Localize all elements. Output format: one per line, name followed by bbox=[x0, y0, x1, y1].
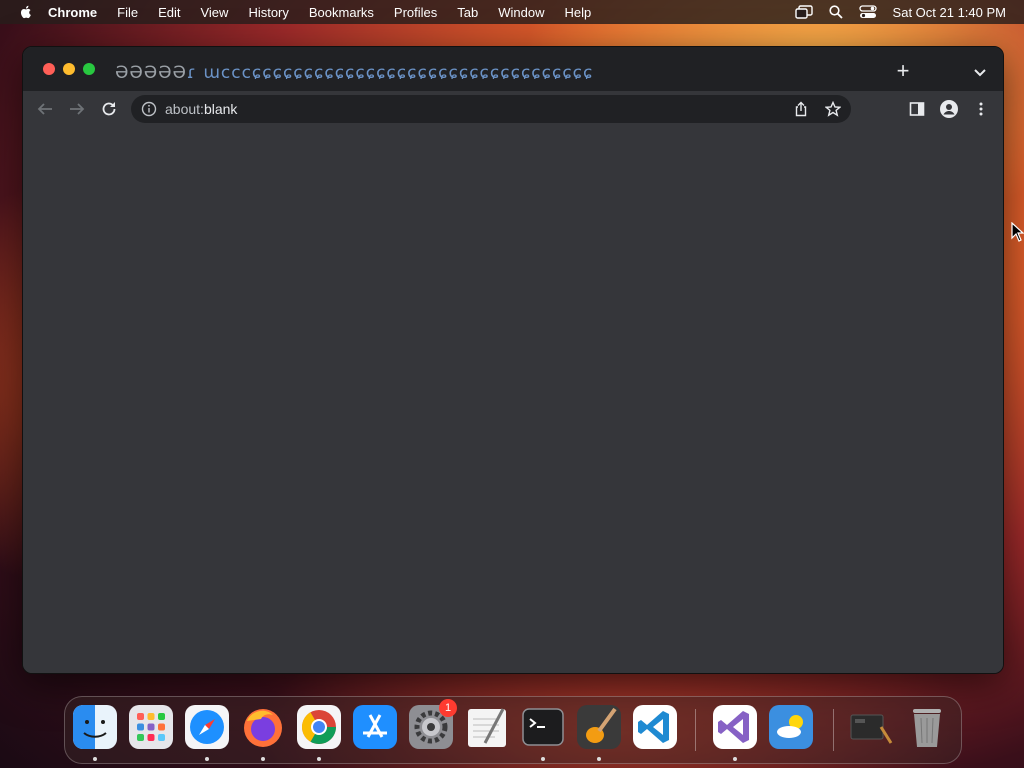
dock-app-store[interactable] bbox=[353, 705, 397, 749]
new-tab-button[interactable]: + bbox=[891, 59, 915, 83]
dock-safari[interactable] bbox=[185, 705, 229, 749]
arrow-left-icon bbox=[37, 103, 52, 115]
profile-icon bbox=[940, 100, 958, 118]
menu-file[interactable]: File bbox=[117, 5, 138, 20]
weather-icon bbox=[769, 705, 813, 749]
menu-bar: Chrome File Edit View History Bookmarks … bbox=[0, 0, 1024, 24]
side-panel-icon bbox=[909, 102, 925, 116]
profile-button[interactable] bbox=[937, 97, 961, 121]
dock-terminal[interactable] bbox=[521, 705, 565, 749]
tab-strip-glitch-text[interactable]: ƏƏƏƏƏɾ ɯcccɕɕɕɕɕɕɕɕɕɕɕɕɕɕɕɕɕɕɕɕɕɕɕɕɕɕɕɕɕ… bbox=[115, 63, 855, 83]
arrow-right-icon bbox=[70, 103, 85, 115]
star-icon bbox=[825, 101, 841, 117]
dock-running-indicator bbox=[317, 757, 321, 761]
kebab-menu-icon bbox=[979, 102, 983, 116]
terminal-icon bbox=[522, 708, 564, 746]
tab-strip: ƏƏƏƏƏɾ ɯcccɕɕɕɕɕɕɕɕɕɕɕɕɕɕɕɕɕɕɕɕɕɕɕɕɕɕɕɕɕ… bbox=[23, 47, 1003, 91]
url-scheme: about: bbox=[165, 101, 204, 117]
site-info-icon[interactable] bbox=[141, 101, 157, 117]
menu-view[interactable]: View bbox=[200, 5, 228, 20]
tab-search-button[interactable] bbox=[969, 61, 991, 83]
spotlight-search-icon[interactable] bbox=[828, 5, 843, 19]
url-host: blank bbox=[203, 101, 238, 117]
tab-glyphs-gray: ƏƏƏƏƏ bbox=[115, 63, 187, 83]
textedit-icon bbox=[468, 708, 506, 747]
dock-screenshot[interactable] bbox=[849, 705, 893, 749]
dock-finder[interactable] bbox=[73, 705, 117, 749]
visualstudio-icon bbox=[713, 705, 757, 749]
menu-edit[interactable]: Edit bbox=[158, 5, 180, 20]
menu-window[interactable]: Window bbox=[498, 5, 544, 20]
dock: 1 bbox=[64, 696, 962, 764]
menu-bookmarks[interactable]: Bookmarks bbox=[309, 5, 374, 20]
notification-badge: 1 bbox=[439, 699, 457, 717]
dock-separator bbox=[695, 709, 696, 751]
dock-garageband[interactable] bbox=[577, 705, 621, 749]
apple-menu-icon[interactable] bbox=[18, 4, 34, 20]
dock-weather[interactable] bbox=[769, 705, 813, 749]
dock-system-settings[interactable]: 1 bbox=[409, 699, 457, 749]
dock-separator bbox=[833, 709, 834, 751]
trash-icon bbox=[913, 709, 941, 747]
firefox-icon bbox=[244, 709, 282, 747]
dock-visual-studio[interactable] bbox=[713, 705, 757, 749]
tab-glyphs-blue: ɾ ɯcccɕɕɕɕɕɕɕɕɕɕɕɕɕɕɕɕɕɕɕɕɕɕɕɕɕɕɕɕɕɕɕɕɕ bbox=[186, 63, 594, 83]
garageband-icon bbox=[577, 705, 621, 749]
bookmark-button[interactable] bbox=[821, 97, 845, 121]
control-center-icon[interactable] bbox=[858, 5, 877, 19]
dock-running-indicator bbox=[261, 757, 265, 761]
menu-tab[interactable]: Tab bbox=[457, 5, 478, 20]
close-window-button[interactable] bbox=[43, 63, 55, 75]
menu-help[interactable]: Help bbox=[565, 5, 592, 20]
vscode-icon bbox=[633, 705, 677, 749]
dock-running-indicator bbox=[733, 757, 737, 761]
forward-button[interactable] bbox=[65, 97, 89, 121]
back-button[interactable] bbox=[33, 97, 57, 121]
launchpad-icon bbox=[129, 705, 173, 749]
dock-firefox[interactable] bbox=[241, 705, 285, 749]
chrome-menu-button[interactable] bbox=[969, 97, 993, 121]
dock-chrome[interactable] bbox=[297, 705, 341, 749]
dock-running-indicator bbox=[205, 757, 209, 761]
browser-window: ƏƏƏƏƏɾ ɯcccɕɕɕɕɕɕɕɕɕɕɕɕɕɕɕɕɕɕɕɕɕɕɕɕɕɕɕɕɕ… bbox=[22, 46, 1004, 674]
reload-button[interactable] bbox=[97, 97, 121, 121]
safari-icon bbox=[185, 705, 229, 749]
dock-running-indicator bbox=[93, 757, 97, 761]
browser-toolbar: about:blank bbox=[23, 91, 1003, 128]
share-button[interactable] bbox=[789, 97, 813, 121]
zoom-window-button[interactable] bbox=[83, 63, 95, 75]
mouse-cursor-icon bbox=[1011, 222, 1024, 242]
share-icon bbox=[795, 101, 807, 117]
address-url[interactable]: about:blank bbox=[165, 101, 237, 117]
dock-textedit[interactable] bbox=[465, 705, 509, 749]
reload-icon bbox=[102, 102, 116, 116]
menu-history[interactable]: History bbox=[248, 5, 288, 20]
menu-app-name[interactable]: Chrome bbox=[48, 5, 97, 20]
dock-running-indicator bbox=[597, 757, 601, 761]
minimize-window-button[interactable] bbox=[63, 63, 75, 75]
menu-profiles[interactable]: Profiles bbox=[394, 5, 437, 20]
screenshot-icon bbox=[850, 714, 893, 744]
finder-icon bbox=[73, 705, 117, 749]
screen-mirroring-icon[interactable] bbox=[794, 5, 813, 19]
side-panel-button[interactable] bbox=[905, 97, 929, 121]
address-bar[interactable]: about:blank bbox=[131, 95, 851, 123]
chevron-down-icon bbox=[974, 69, 986, 77]
appstore-icon bbox=[353, 705, 397, 749]
dock-vscode[interactable] bbox=[633, 705, 677, 749]
chrome-icon bbox=[297, 705, 341, 749]
dock-trash[interactable] bbox=[905, 705, 949, 749]
dock-launchpad[interactable] bbox=[129, 705, 173, 749]
dock-running-indicator bbox=[541, 757, 545, 761]
menu-clock[interactable]: Sat Oct 21 1:40 PM bbox=[893, 5, 1006, 20]
page-content-area[interactable] bbox=[23, 127, 1003, 673]
